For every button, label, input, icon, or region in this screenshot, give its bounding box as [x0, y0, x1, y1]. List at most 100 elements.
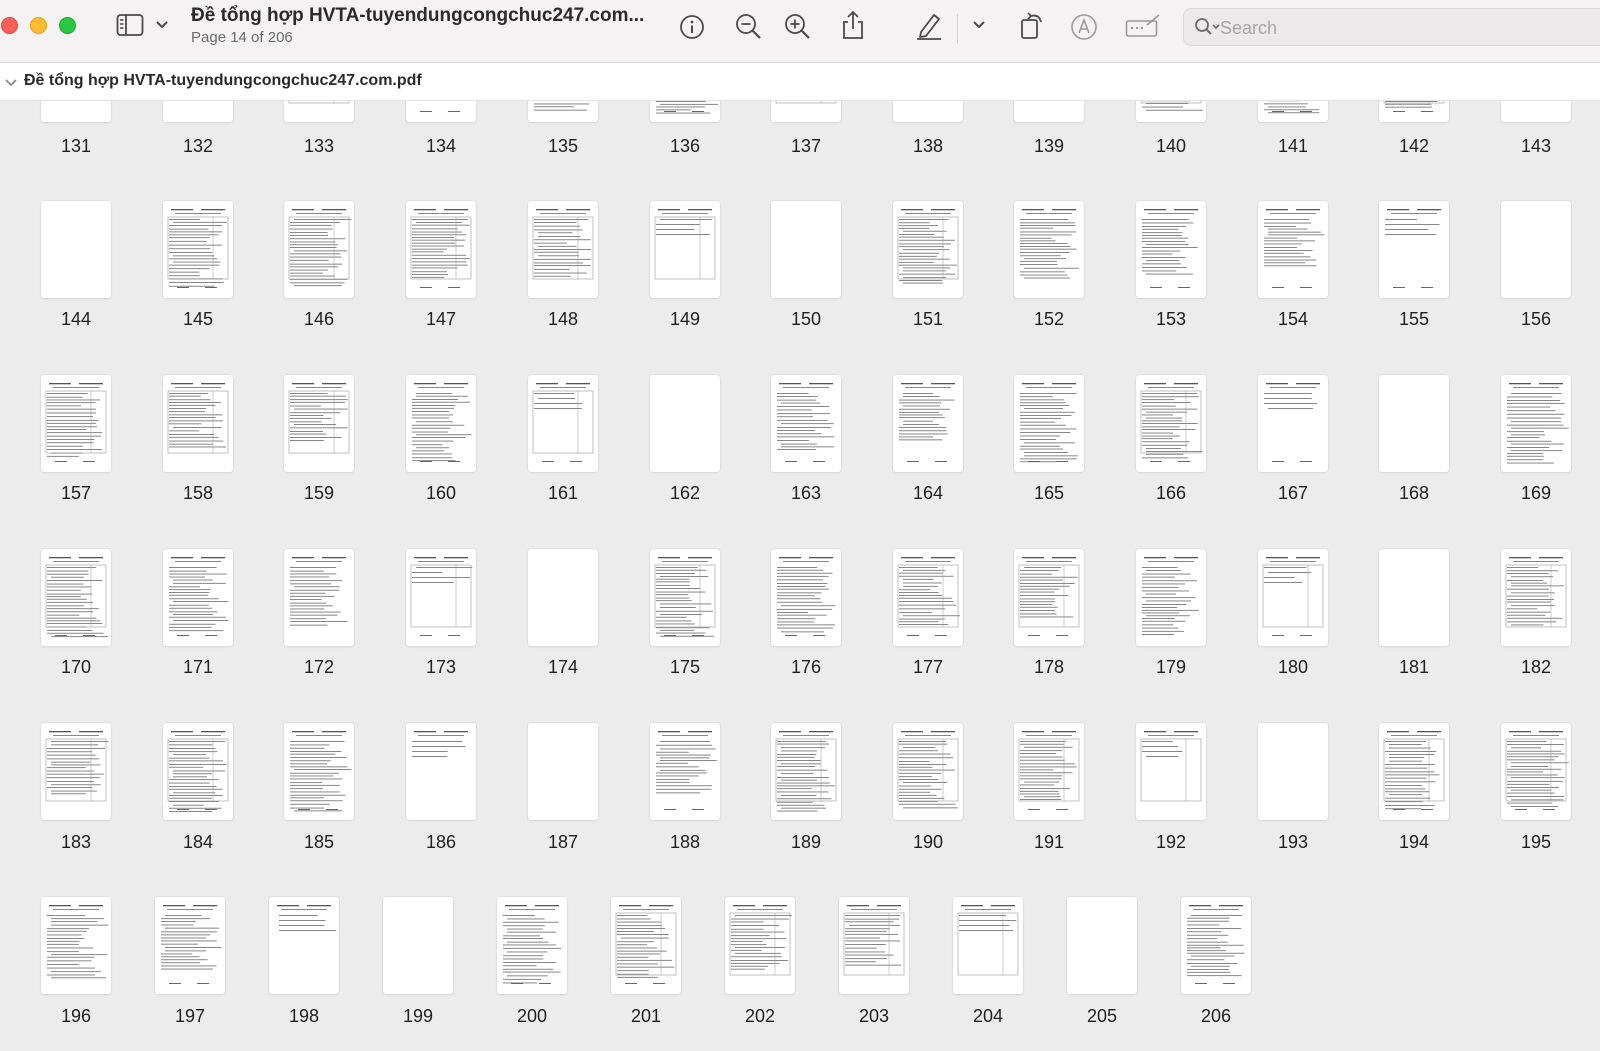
markup-pen-icon[interactable] — [915, 11, 943, 41]
page-thumbnail[interactable] — [725, 897, 795, 994]
page-thumbnail[interactable] — [406, 723, 476, 820]
sidebar-icon[interactable] — [116, 13, 144, 37]
sidebar-document-header[interactable]: Đề tổng hợp HVTA-tuyendungcongchuc247.co… — [0, 63, 1600, 101]
page-thumbnail[interactable] — [406, 101, 476, 122]
page-thumbnail-label: 190 — [912, 832, 944, 852]
info-icon[interactable] — [679, 14, 705, 40]
page-thumbnail[interactable] — [650, 101, 720, 122]
markup-menu-chevron-icon[interactable] — [972, 20, 986, 30]
page-thumbnail[interactable] — [1014, 723, 1084, 820]
page-thumbnail[interactable] — [41, 101, 111, 122]
page-thumbnail[interactable] — [893, 375, 963, 472]
zoom-out-icon[interactable] — [735, 13, 763, 41]
page-thumbnail[interactable] — [528, 375, 598, 472]
page-thumbnail[interactable] — [41, 201, 111, 298]
page-thumbnail[interactable] — [1501, 201, 1571, 298]
maximize-window-button[interactable] — [59, 17, 76, 34]
page-thumbnail[interactable] — [1501, 723, 1571, 820]
page-thumbnail[interactable] — [893, 101, 963, 122]
page-thumbnail[interactable] — [1379, 101, 1449, 122]
page-thumbnail[interactable] — [163, 101, 233, 122]
page-thumbnail[interactable] — [771, 549, 841, 646]
page-thumbnail[interactable] — [893, 723, 963, 820]
page-thumbnail[interactable] — [383, 897, 453, 994]
page-thumbnail[interactable] — [839, 897, 909, 994]
page-thumbnail[interactable] — [1379, 723, 1449, 820]
page-thumbnail[interactable] — [406, 201, 476, 298]
page-thumbnail[interactable] — [1258, 375, 1328, 472]
page-thumbnail[interactable] — [284, 549, 354, 646]
page-thumbnail[interactable] — [1014, 375, 1084, 472]
page-thumbnail[interactable] — [650, 375, 720, 472]
page-thumbnail[interactable] — [1067, 897, 1137, 994]
page-thumbnail[interactable] — [1501, 375, 1571, 472]
page-thumbnail[interactable] — [1258, 723, 1328, 820]
page-thumbnail[interactable] — [41, 897, 111, 994]
page-thumbnail[interactable] — [650, 723, 720, 820]
page-thumbnail[interactable] — [269, 897, 339, 994]
page-thumbnail[interactable] — [1501, 101, 1571, 122]
page-thumbnail[interactable] — [1136, 101, 1206, 122]
page-thumbnail-label: 136 — [669, 136, 701, 156]
page-thumbnail[interactable] — [1379, 375, 1449, 472]
page-thumbnail[interactable] — [1379, 549, 1449, 646]
page-thumbnail[interactable] — [406, 549, 476, 646]
page-thumbnail[interactable] — [1014, 101, 1084, 122]
page-thumbnail[interactable] — [1014, 201, 1084, 298]
page-thumbnail[interactable] — [611, 897, 681, 994]
page-thumbnail[interactable] — [1258, 549, 1328, 646]
page-thumbnail[interactable] — [1136, 201, 1206, 298]
page-thumbnail[interactable] — [1181, 897, 1251, 994]
page-thumbnail[interactable] — [528, 723, 598, 820]
minimize-window-button[interactable] — [30, 17, 47, 34]
page-thumbnail[interactable] — [163, 201, 233, 298]
page-thumbnail-label: 131 — [60, 136, 92, 156]
page-thumbnail[interactable] — [771, 723, 841, 820]
page-thumbnail[interactable] — [163, 723, 233, 820]
disclosure-chevron-icon[interactable] — [4, 75, 18, 93]
page-thumbnail[interactable] — [528, 549, 598, 646]
rotate-icon[interactable] — [1019, 10, 1045, 40]
page-thumbnail[interactable] — [284, 375, 354, 472]
page-thumbnail[interactable] — [155, 897, 225, 994]
page-thumbnail[interactable] — [528, 201, 598, 298]
page-thumbnail[interactable] — [284, 101, 354, 122]
page-thumbnail[interactable] — [406, 375, 476, 472]
page-thumbnail[interactable] — [893, 201, 963, 298]
page-thumbnail[interactable] — [1379, 201, 1449, 298]
page-thumbnail-label: 201 — [630, 1006, 662, 1026]
page-thumbnail[interactable] — [1014, 549, 1084, 646]
page-thumbnail[interactable] — [953, 897, 1023, 994]
search-input[interactable] — [1220, 16, 1580, 40]
page-thumbnail[interactable] — [771, 101, 841, 122]
page-thumbnail[interactable] — [1136, 723, 1206, 820]
page-thumbnail[interactable] — [893, 549, 963, 646]
page-thumbnail-label: 185 — [303, 832, 335, 852]
page-thumbnail-label: 165 — [1033, 483, 1065, 503]
page-thumbnail[interactable] — [771, 201, 841, 298]
markup-icon[interactable] — [1070, 13, 1098, 41]
page-thumbnail[interactable] — [284, 723, 354, 820]
page-thumbnail[interactable] — [41, 723, 111, 820]
page-thumbnail[interactable] — [650, 549, 720, 646]
page-thumbnail[interactable] — [1258, 101, 1328, 122]
page-thumbnail[interactable] — [163, 549, 233, 646]
page-thumbnail[interactable] — [1136, 549, 1206, 646]
page-thumbnail[interactable] — [528, 101, 598, 122]
search-field[interactable] — [1183, 8, 1600, 46]
page-thumbnail[interactable] — [284, 201, 354, 298]
page-thumbnail[interactable] — [41, 375, 111, 472]
page-thumbnail[interactable] — [771, 375, 841, 472]
share-icon[interactable] — [841, 10, 865, 40]
page-thumbnail[interactable] — [41, 549, 111, 646]
page-thumbnail[interactable] — [1136, 375, 1206, 472]
chevron-down-icon[interactable] — [155, 20, 169, 30]
page-thumbnail[interactable] — [1258, 201, 1328, 298]
close-window-button[interactable] — [1, 17, 18, 34]
signature-icon[interactable] — [1125, 13, 1161, 39]
zoom-in-icon[interactable] — [784, 13, 812, 41]
page-thumbnail[interactable] — [497, 897, 567, 994]
page-thumbnail[interactable] — [163, 375, 233, 472]
page-thumbnail[interactable] — [650, 201, 720, 298]
page-thumbnail[interactable] — [1501, 549, 1571, 646]
